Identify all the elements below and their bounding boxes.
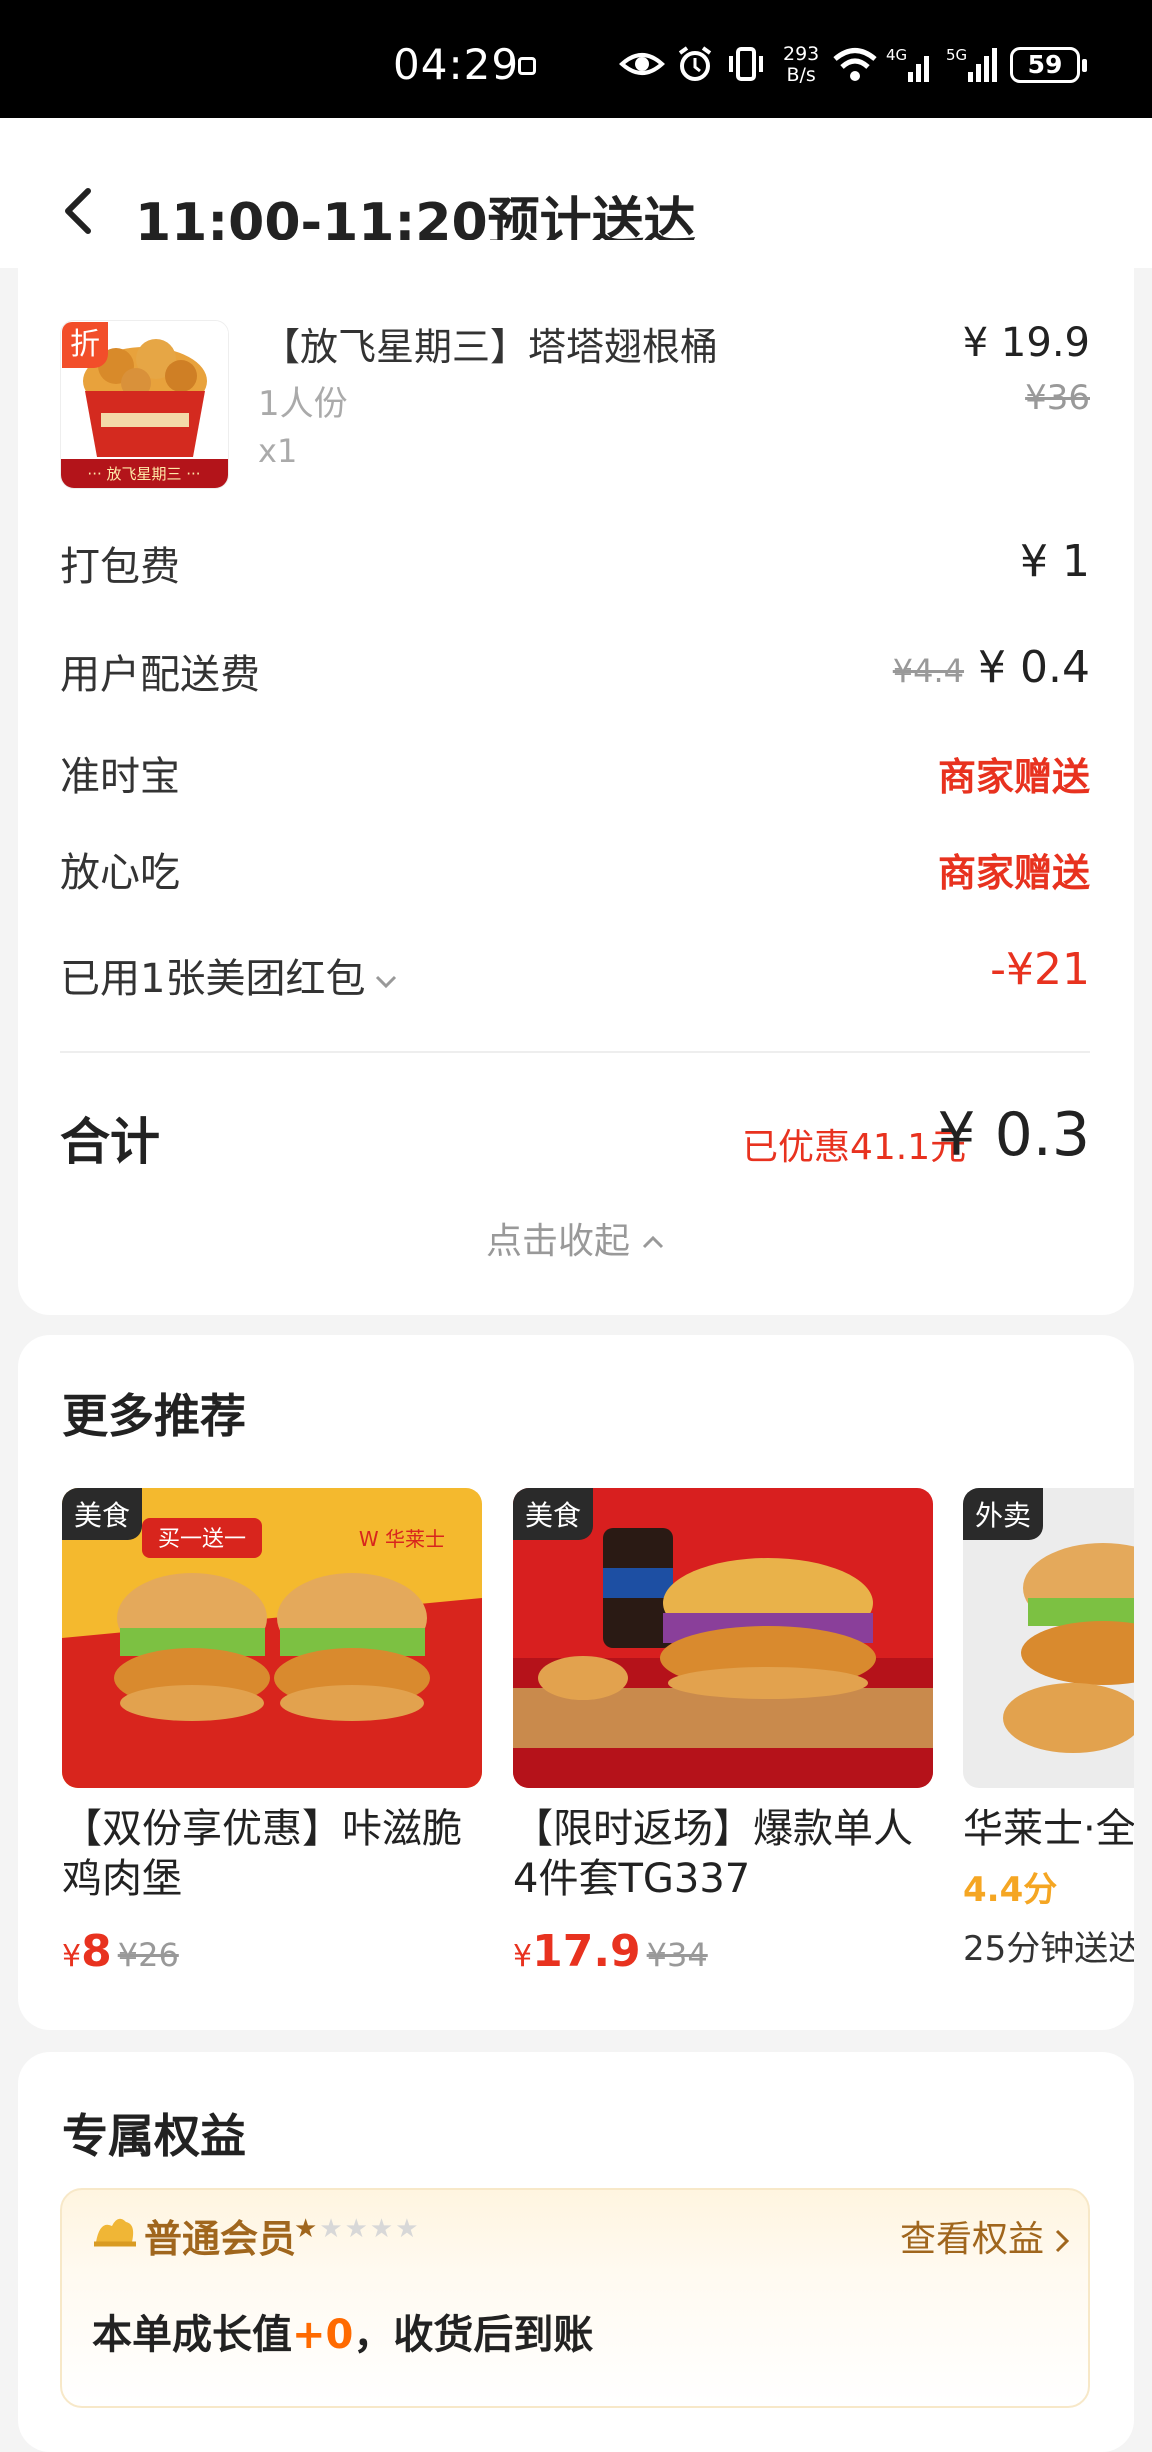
recommend-tag: 外卖 bbox=[963, 1488, 1044, 1540]
app-notification-icon bbox=[518, 57, 536, 75]
divider bbox=[60, 1051, 1090, 1053]
recommend-tag: 美食 bbox=[62, 1488, 143, 1540]
recommend-tag: 美食 bbox=[513, 1488, 594, 1540]
recommend-delivery-time: 25分钟送达 bbox=[963, 1929, 1134, 1969]
recommend-price: ¥17.9 ¥34 bbox=[513, 1926, 708, 1977]
recommend-item[interactable]: 美食 【限时返场】爆款单人4件套TG337 ¥17.9 ¥34 bbox=[513, 1488, 933, 1977]
ontime-label: 准时宝 bbox=[60, 754, 180, 800]
member-stars: ★★★★★ bbox=[294, 2214, 421, 2244]
recommend-item[interactable]: 买一送一 W 华莱士 美食 【双份享优惠】咔滋脆鸡肉堡 ¥8 ¥26 bbox=[62, 1488, 482, 1977]
svg-text:买一送一: 买一送一 bbox=[158, 1527, 246, 1552]
red-packet-value: -¥21 bbox=[990, 944, 1090, 995]
member-level: 普通会员 bbox=[144, 2217, 297, 2261]
svg-text:5G: 5G bbox=[946, 46, 967, 64]
recommend-name: 【限时返场】爆款单人4件套TG337 bbox=[513, 1806, 913, 1902]
delivery-fee-original: ¥4.4 bbox=[892, 652, 965, 690]
chevron-right-icon bbox=[1055, 2229, 1070, 2253]
chevron-down-icon bbox=[376, 975, 397, 989]
recommend-name: 华莱士·全 bbox=[963, 1806, 1134, 1852]
discount-badge: 折 bbox=[62, 322, 108, 368]
delivery-fee-value: ¥4.4 ¥ 0.4 bbox=[892, 642, 1090, 693]
item-original-price: ¥36 bbox=[1025, 378, 1090, 418]
ontime-value: 商家赠送 bbox=[937, 755, 1090, 799]
recommend-image[interactable]: 美食 bbox=[513, 1488, 933, 1788]
recommend-title: 更多推荐 bbox=[62, 1389, 246, 1443]
benefits-title: 专属权益 bbox=[62, 2109, 246, 2163]
recommend-name: 【双份享优惠】咔滋脆鸡肉堡 bbox=[62, 1806, 462, 1902]
collapse-button[interactable]: 点击收起 bbox=[0, 1212, 1152, 1264]
item-spec: 1人份 bbox=[258, 384, 348, 424]
signal-5g-icon: 5G bbox=[946, 46, 997, 82]
battery-indicator: 59 bbox=[1010, 47, 1087, 83]
recommend-image[interactable]: 外卖 bbox=[963, 1488, 1134, 1788]
item-price: ¥ 19.9 bbox=[962, 320, 1090, 366]
growth-text: 本单成长值+0，收货后到账 bbox=[92, 2312, 594, 2358]
item-quantity: x1 bbox=[258, 432, 298, 470]
total-label: 合计 bbox=[60, 1113, 160, 1171]
recommend-image[interactable]: 买一送一 W 华莱士 美食 bbox=[62, 1488, 482, 1788]
vibrate-icon bbox=[729, 47, 763, 81]
network-speed: 293 B/s bbox=[783, 43, 820, 86]
svg-text:W 华莱士: W 华莱士 bbox=[359, 1527, 445, 1551]
item-name: 【放飞星期三】塔塔翅根桶 bbox=[262, 325, 719, 369]
eye-icon bbox=[619, 53, 665, 75]
packing-fee-value: ¥ 1 bbox=[1020, 536, 1090, 587]
safe-eat-value: 商家赠送 bbox=[937, 851, 1090, 895]
signal-4g-icon: 4G bbox=[886, 46, 929, 82]
status-time: 04:29 bbox=[393, 40, 520, 89]
status-bar: 04:29 293 B/s 4G 5G 59 bbox=[0, 0, 1152, 118]
packing-fee-label: 打包费 bbox=[60, 544, 180, 590]
recommend-price: ¥8 ¥26 bbox=[62, 1926, 179, 1977]
total-amount: ¥ 0.3 bbox=[937, 1100, 1090, 1170]
total-discount: 已优惠41.1元 bbox=[742, 1127, 967, 1168]
svg-text:··· 放飞星期三 ···: ··· 放飞星期三 ··· bbox=[87, 465, 200, 483]
alarm-icon bbox=[678, 46, 712, 81]
recommend-item[interactable]: 外卖 华莱士·全 4.4分 25分钟送达 bbox=[963, 1488, 1134, 2008]
safe-eat-label: 放心吃 bbox=[60, 850, 180, 896]
delivery-fee-label: 用户配送费 bbox=[60, 652, 260, 698]
member-crown-icon bbox=[94, 2218, 136, 2247]
red-packet-row[interactable]: 已用1张美团红包 bbox=[60, 946, 399, 1004]
view-benefits-link[interactable]: 查看权益 bbox=[900, 2210, 1072, 2262]
svg-text:4G: 4G bbox=[886, 46, 907, 64]
chevron-up-icon bbox=[642, 1235, 664, 1249]
wifi-icon bbox=[833, 48, 877, 81]
back-arrow-icon[interactable] bbox=[58, 186, 98, 236]
recommend-score: 4.4分 bbox=[963, 1870, 1058, 1910]
